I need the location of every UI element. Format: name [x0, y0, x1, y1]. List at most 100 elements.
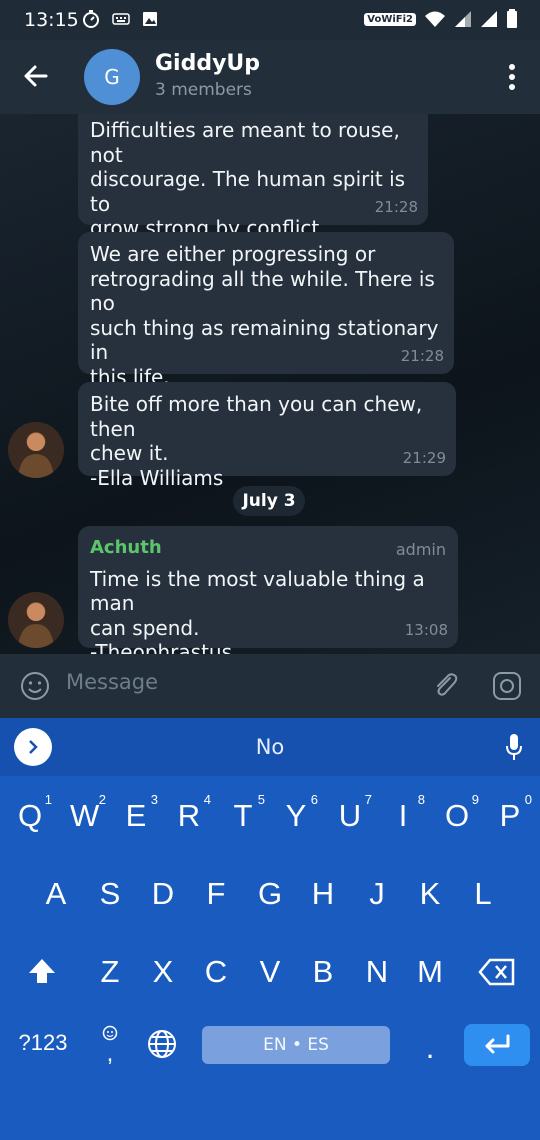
key-b[interactable]: B	[309, 954, 337, 990]
key-number-hint: 2	[98, 792, 106, 807]
message-time: 21:29	[402, 448, 446, 467]
message-time: 21:28	[400, 346, 444, 365]
comma-label: ,	[106, 1040, 114, 1067]
chat-header: G GiddyUp 3 members	[0, 40, 540, 114]
key-d[interactable]: D	[149, 876, 177, 912]
key-label: U	[338, 798, 362, 833]
admin-badge: admin	[395, 540, 446, 559]
suggestion-bar: No	[0, 718, 540, 776]
key-number-hint: 0	[524, 792, 532, 807]
smiley-icon	[21, 672, 49, 700]
status-time: 13:15	[24, 9, 79, 31]
enter-arrow-icon	[485, 1034, 510, 1054]
key-f[interactable]: F	[202, 876, 230, 912]
attach-button[interactable]	[430, 670, 460, 700]
key-number-hint: 7	[364, 792, 372, 807]
arrow-left-icon	[24, 65, 48, 87]
message-time: 13:08	[404, 620, 448, 639]
key-v[interactable]: V	[256, 954, 284, 990]
group-avatar[interactable]: G	[84, 49, 140, 105]
key-u[interactable]: U7	[336, 792, 372, 834]
key-r[interactable]: R4	[175, 792, 211, 834]
shift-key[interactable]	[26, 956, 58, 994]
back-button[interactable]	[20, 60, 52, 92]
status-right-icons: VoWiFi2	[364, 9, 518, 29]
key-number-hint: 5	[257, 792, 265, 807]
key-label: R	[177, 798, 201, 833]
timer-icon	[83, 10, 99, 28]
comma-emoji-key[interactable]: ,	[96, 1024, 124, 1067]
image-icon	[143, 12, 157, 26]
camera-button[interactable]	[492, 671, 522, 701]
key-y[interactable]: Y6	[282, 792, 318, 834]
key-label: W	[70, 798, 100, 833]
key-label: Y	[285, 798, 307, 833]
keyboard-icon	[112, 13, 130, 25]
vowifi-badge: VoWiFi2	[364, 12, 416, 26]
sender-name[interactable]: Achuth	[90, 536, 446, 561]
message-text: Bite off more than you can chew, then ch…	[90, 392, 423, 490]
message-input[interactable]: Message	[66, 670, 158, 694]
more-options-button[interactable]	[502, 60, 522, 94]
key-s[interactable]: S	[96, 876, 124, 912]
space-key[interactable]: EN • ES	[202, 1026, 390, 1064]
emoji-small-icon	[102, 1025, 118, 1041]
key-c[interactable]: C	[202, 954, 230, 990]
key-h[interactable]: H	[309, 876, 337, 912]
key-number-hint: 4	[203, 792, 211, 807]
wifi-icon	[425, 11, 445, 27]
globe-icon	[148, 1030, 176, 1058]
key-number-hint: 6	[310, 792, 318, 807]
key-number-hint: 3	[150, 792, 158, 807]
key-e[interactable]: E3	[122, 792, 158, 834]
period-key[interactable]: .	[418, 1030, 442, 1066]
key-a[interactable]: A	[42, 876, 70, 912]
enter-key[interactable]	[464, 1024, 530, 1066]
message-bubble[interactable]: Achuth admin Time is the most valuable t…	[78, 526, 458, 654]
key-p[interactable]: P0	[496, 792, 532, 834]
message-bubble[interactable]: Difficulties are meant to rouse, not dis…	[78, 114, 428, 265]
key-k[interactable]: K	[416, 876, 444, 912]
message-composer: Message	[0, 654, 540, 718]
key-l[interactable]: L	[469, 876, 497, 912]
language-key[interactable]	[146, 1028, 178, 1068]
more-vertical-icon	[509, 64, 515, 90]
key-g[interactable]: G	[256, 876, 284, 912]
key-label: O	[444, 798, 470, 833]
message-bubble[interactable]: We are either progressing or retrogradin…	[78, 232, 454, 413]
soft-keyboard: No ?123 , EN • ES . Q1 W2 E3 R4 T5 Y6 U7 I8 O9 P0…	[0, 718, 540, 1140]
backspace-icon	[478, 958, 515, 986]
microphone-icon	[506, 734, 522, 760]
signal-icon-2	[481, 11, 497, 27]
key-m[interactable]: M	[416, 954, 444, 990]
status-bar: 13:15 VoWiFi2	[0, 0, 540, 40]
message-bubble[interactable]: Bite off more than you can chew, then ch…	[78, 382, 456, 490]
chat-title[interactable]: GiddyUp	[155, 51, 260, 76]
key-q[interactable]: Q1	[16, 792, 52, 834]
message-text: Time is the most valuable thing a man ca…	[90, 566, 425, 655]
emoji-button[interactable]	[20, 671, 50, 701]
key-t[interactable]: T5	[229, 792, 265, 834]
paperclip-icon	[437, 673, 458, 696]
key-o[interactable]: O9	[443, 792, 479, 834]
word-suggestion[interactable]: No	[0, 735, 540, 759]
battery-icon	[507, 9, 517, 28]
message-time: 21:28	[374, 197, 418, 216]
key-w[interactable]: W2	[70, 792, 106, 834]
key-label: E	[125, 798, 147, 833]
key-x[interactable]: X	[149, 954, 177, 990]
symbols-key[interactable]: ?123	[12, 1030, 74, 1056]
member-count: 3 members	[155, 80, 252, 100]
sender-avatar[interactable]	[8, 592, 64, 648]
message-list[interactable]: Difficulties are meant to rouse, not dis…	[0, 114, 540, 654]
key-n[interactable]: N	[363, 954, 391, 990]
backspace-key[interactable]	[478, 958, 516, 994]
key-z[interactable]: Z	[96, 954, 124, 990]
key-label: T	[233, 798, 253, 833]
key-i[interactable]: I8	[389, 792, 425, 834]
sender-avatar[interactable]	[8, 422, 64, 478]
key-number-hint: 9	[471, 792, 479, 807]
voice-input-button[interactable]	[504, 732, 524, 762]
person-photo-icon	[18, 433, 54, 478]
key-j[interactable]: J	[363, 876, 391, 912]
